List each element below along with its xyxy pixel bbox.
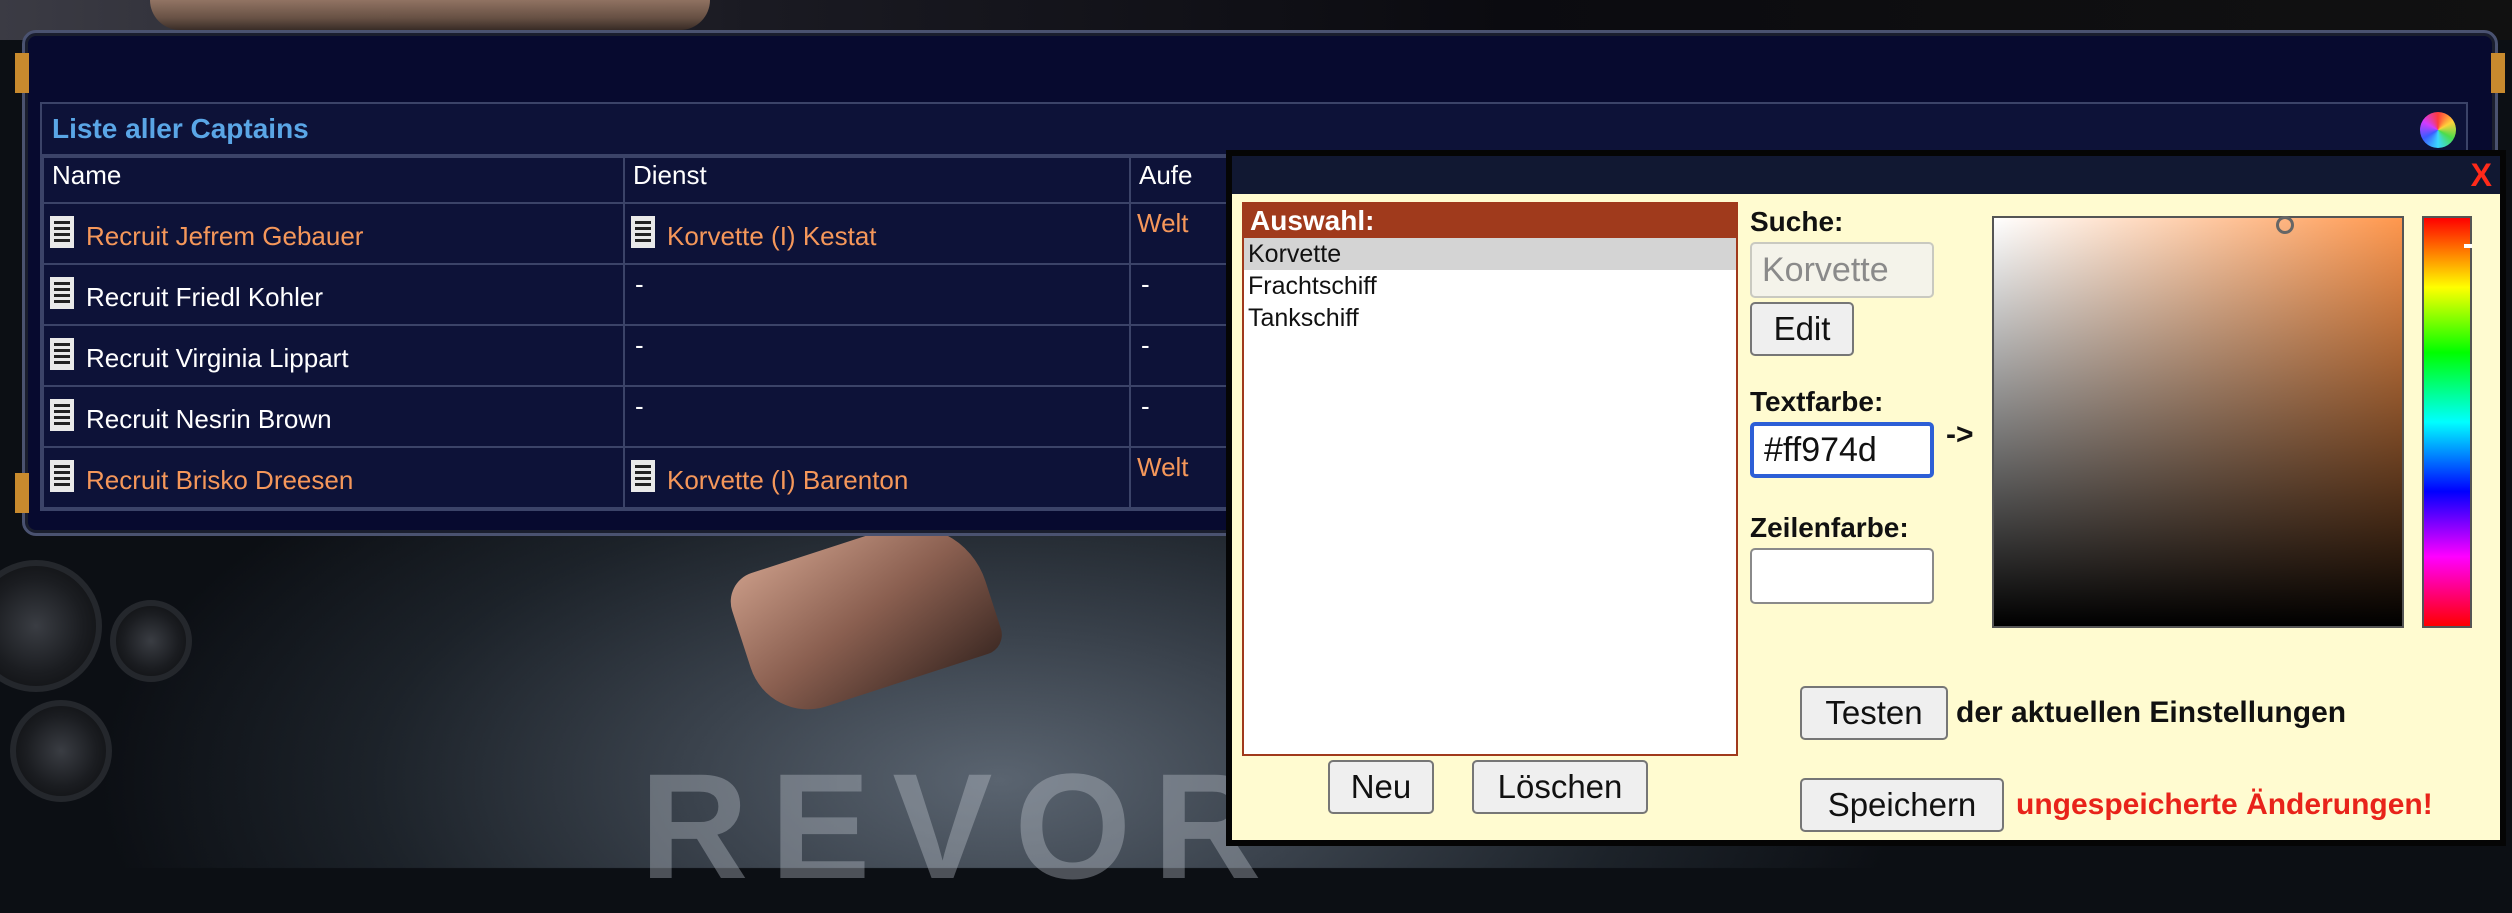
background-ship (150, 0, 710, 30)
location-value: - (1141, 269, 1150, 299)
apply-arrow: -> (1946, 418, 1974, 451)
test-description: der aktuellen Einstellungen (1956, 696, 2347, 729)
color-wheel-icon[interactable] (2420, 112, 2456, 148)
captain-name-link[interactable]: Recruit Jefrem Gebauer (86, 221, 363, 252)
rowcolor-input[interactable] (1750, 548, 1934, 604)
textcolor-label: Textfarbe: (1750, 386, 1884, 417)
selection-list: Auswahl: Korvette Frachtschiff Tankschif… (1242, 202, 1738, 756)
search-label: Suche: (1750, 206, 1844, 237)
dienst-value: - (635, 330, 644, 360)
captain-name-cell: Recruit Virginia Lippart (42, 324, 625, 387)
test-button[interactable]: Testen (1800, 686, 1948, 740)
hue-slider[interactable] (2422, 216, 2472, 628)
color-saturation-picker[interactable] (1992, 216, 2404, 628)
dienst-value: - (635, 391, 644, 421)
textcolor-input[interactable]: #ff974d (1750, 422, 1934, 478)
captain-name-link[interactable]: Recruit Brisko Dreesen (86, 465, 353, 496)
document-icon[interactable] (50, 399, 74, 431)
location-value: - (1141, 330, 1150, 360)
background-wheel (10, 700, 112, 802)
document-icon[interactable] (631, 460, 655, 492)
column-header-name[interactable]: Name (42, 156, 625, 204)
dienst-cell: Korvette (I) Kestat (623, 202, 1131, 265)
background-wheel (110, 600, 192, 682)
ship-link[interactable]: Korvette (I) Kestat (667, 221, 877, 252)
new-button[interactable]: Neu (1328, 760, 1434, 814)
captain-name-text[interactable]: Recruit Virginia Lippart (86, 343, 349, 374)
ship-link[interactable]: Korvette (I) Barenton (667, 465, 908, 496)
color-editor-popup: X Auswahl: Korvette Frachtschiff Tanksch… (1226, 150, 2506, 846)
frame-corner (15, 53, 29, 93)
frame-corner (2491, 53, 2505, 93)
dienst-cell: - (623, 324, 1131, 387)
document-icon[interactable] (50, 338, 74, 370)
captain-name-cell: Recruit Friedl Kohler (42, 263, 625, 326)
delete-button[interactable]: Löschen (1472, 760, 1648, 814)
captain-name-cell: Recruit Brisko Dreesen (42, 446, 625, 509)
dienst-cell: - (623, 263, 1131, 326)
popup-titlebar: X (1232, 156, 2500, 194)
background-watermark: REVOR (640, 742, 1284, 910)
list-item-tankschiff[interactable]: Tankschiff (1244, 302, 1736, 334)
captain-name-cell: Recruit Nesrin Brown (42, 385, 625, 448)
unsaved-changes-warning: ungespeicherte Änderungen! (2016, 788, 2433, 821)
column-header-dienst[interactable]: Dienst (623, 156, 1131, 204)
frame-corner (15, 473, 29, 513)
captain-name-text[interactable]: Recruit Nesrin Brown (86, 404, 332, 435)
list-title-text: Liste aller Captains (52, 113, 309, 144)
document-icon[interactable] (631, 216, 655, 248)
captain-name-text[interactable]: Recruit Friedl Kohler (86, 282, 323, 313)
location-value: - (1141, 391, 1150, 421)
dienst-value: - (635, 269, 644, 299)
dienst-cell: Korvette (I) Barenton (623, 446, 1131, 509)
dienst-cell: - (623, 385, 1131, 448)
captain-name-cell: Recruit Jefrem Gebauer (42, 202, 625, 265)
location-link[interactable]: Welt (1137, 208, 1189, 238)
list-title: Liste aller Captains (42, 104, 2466, 156)
background-figure (722, 505, 1008, 725)
hue-marker[interactable] (2464, 244, 2472, 248)
selection-header: Auswahl: (1244, 204, 1736, 238)
rowcolor-label: Zeilenfarbe: (1750, 512, 1909, 543)
list-item-korvette[interactable]: Korvette (1244, 238, 1736, 270)
background-wheel (0, 560, 102, 692)
location-link[interactable]: Welt (1137, 452, 1189, 482)
document-icon[interactable] (50, 277, 74, 309)
document-icon[interactable] (50, 216, 74, 248)
picker-cursor-icon[interactable] (2276, 216, 2294, 234)
document-icon[interactable] (50, 460, 74, 492)
search-input[interactable]: Korvette (1750, 242, 1934, 298)
save-button[interactable]: Speichern (1800, 778, 2004, 832)
list-item-frachtschiff[interactable]: Frachtschiff (1244, 270, 1736, 302)
close-button[interactable]: X (2471, 156, 2492, 194)
edit-button[interactable]: Edit (1750, 302, 1854, 356)
